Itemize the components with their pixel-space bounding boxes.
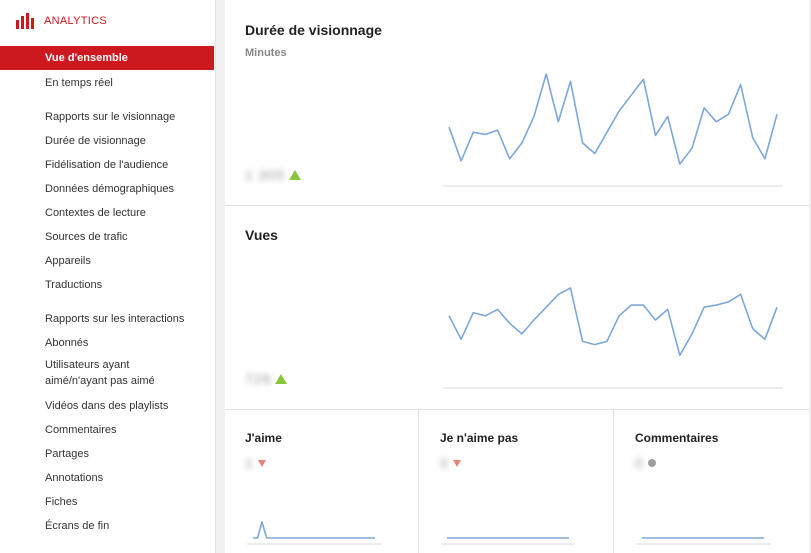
sidebar-item-likes-dislikes[interactable]: Utilisateurs ayant aimé/n'ayant pas aimé <box>0 357 170 389</box>
metric-value-row: 0 <box>440 455 461 471</box>
metric-value-row: 1 <box>245 455 266 471</box>
likes-card[interactable]: J'aime 1 <box>225 410 419 553</box>
dislikes-sparkline <box>441 537 575 545</box>
sidebar-item-traffic-sources[interactable]: Sources de trafic <box>0 230 214 244</box>
metric-value-row: 1 305 <box>245 167 302 183</box>
metric-value-row: 0 <box>635 455 656 471</box>
sidebar-heading-watch-reports[interactable]: Rapports sur le visionnage <box>0 110 214 124</box>
card-title: Durée de visionnage <box>245 22 382 38</box>
views-card[interactable]: Vues 728 <box>225 206 809 410</box>
sidebar-item-playback-locations[interactable]: Contextes de lecture <box>0 206 214 220</box>
metric-value-row: 728 <box>245 371 288 387</box>
sparkline-series <box>448 287 778 357</box>
sidebar-item-watch-time[interactable]: Durée de visionnage <box>0 134 214 148</box>
sidebar-item-shares[interactable]: Partages <box>0 447 214 461</box>
sparkline-series <box>253 521 375 539</box>
sidebar-item-end-screens[interactable]: Écrans de fin <box>0 519 214 533</box>
trend-down-icon <box>452 459 461 467</box>
sidebar-item-realtime[interactable]: En temps réel <box>0 76 214 90</box>
metric-value: 0 <box>440 455 449 471</box>
trend-down-icon <box>257 459 266 467</box>
metric-value: 1 305 <box>245 167 286 183</box>
trend-up-icon <box>289 170 302 180</box>
dislikes-card[interactable]: Je n'aime pas 0 <box>419 410 614 553</box>
trend-neutral-icon <box>647 459 656 467</box>
sidebar-item-demographics[interactable]: Données démographiques <box>0 182 214 196</box>
sidebar: ANALYTICS Vue d'ensemble En temps réel R… <box>0 0 216 553</box>
sidebar-item-playlist-videos[interactable]: Vidéos dans des playlists <box>0 399 214 413</box>
sidebar-heading-interaction-reports[interactable]: Rapports sur les interactions <box>0 312 214 326</box>
card-title: Je n'aime pas <box>440 431 519 445</box>
card-title: Commentaires <box>635 431 719 445</box>
sidebar-item-comments[interactable]: Commentaires <box>0 423 214 437</box>
sidebar-item-cards[interactable]: Fiches <box>0 495 214 509</box>
metric-value: 0 <box>635 455 644 471</box>
sidebar-item-translations[interactable]: Traductions <box>0 278 214 292</box>
card-subtitle: Minutes <box>245 47 287 59</box>
watch-time-card[interactable]: Durée de visionnage Minutes 1 305 <box>225 0 809 206</box>
brand-label: ANALYTICS <box>44 15 108 27</box>
sidebar-item-overview[interactable]: Vue d'ensemble <box>0 46 214 70</box>
card-title: J'aime <box>245 431 282 445</box>
analytics-brand[interactable]: ANALYTICS <box>16 10 107 32</box>
analytics-bar-icon <box>16 13 34 29</box>
sidebar-item-subscribers[interactable]: Abonnés <box>0 336 214 350</box>
sidebar-item-annotations[interactable]: Annotations <box>0 471 214 485</box>
trend-up-icon <box>275 374 288 384</box>
watch-time-sparkline <box>443 73 783 187</box>
metric-value: 728 <box>245 371 272 387</box>
metric-value: 1 <box>245 455 254 471</box>
likes-sparkline <box>247 521 381 545</box>
sidebar-item-audience-retention[interactable]: Fidélisation de l'audience <box>0 158 214 172</box>
sidebar-item-devices[interactable]: Appareils <box>0 254 214 268</box>
sparkline-series <box>448 73 778 165</box>
card-title: Vues <box>245 227 278 243</box>
comments-card[interactable]: Commentaires 0 <box>614 410 809 553</box>
views-sparkline <box>443 287 783 389</box>
comments-sparkline <box>636 537 770 545</box>
